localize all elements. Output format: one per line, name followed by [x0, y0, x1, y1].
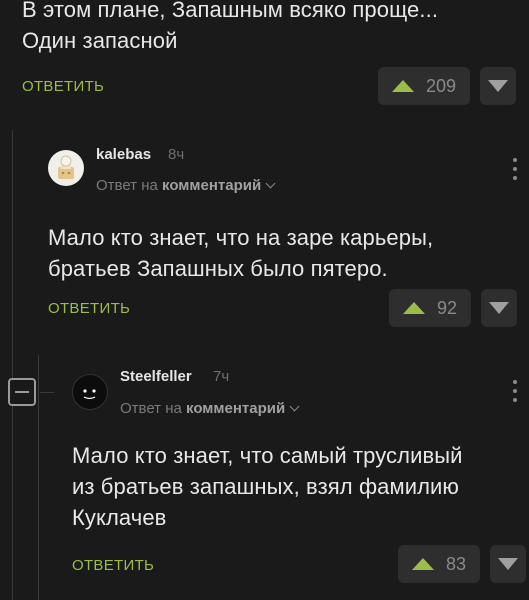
username[interactable]: Steelfeller — [120, 368, 192, 385]
upvote-button[interactable]: 209 — [378, 67, 471, 105]
minus-square-icon — [15, 391, 29, 393]
comment-text-line: Мало кто знает, что на заре карьеры, — [48, 225, 434, 250]
vote-controls: 83 — [398, 545, 527, 583]
comment-text: Мало кто знает, что самый трусливый из б… — [72, 440, 463, 533]
reply-to-link[interactable]: комментарий — [186, 400, 285, 417]
reply-button[interactable]: ОТВЕТИТЬ — [48, 300, 130, 317]
comment-text-line: Куклачев — [72, 505, 167, 530]
triangle-down-icon — [488, 80, 509, 92]
vote-count: 92 — [437, 297, 458, 318]
chevron-down-icon[interactable] — [289, 401, 300, 412]
comment-text-line: из братьев запашных, взял фамилию — [72, 474, 460, 499]
vote-count: 83 — [446, 553, 467, 574]
avatar-image — [58, 155, 74, 179]
comment-text-line: братьев Запашных было пятеро. — [48, 256, 388, 281]
reply-to-info: Ответ на комментарий — [120, 400, 300, 417]
upvote-button[interactable]: 92 — [389, 289, 472, 327]
kebab-menu-icon[interactable] — [513, 158, 517, 180]
username[interactable]: kalebas — [96, 146, 151, 163]
avatar[interactable] — [72, 374, 108, 410]
reply-button[interactable]: ОТВЕТИТЬ — [22, 78, 104, 95]
triangle-up-icon — [412, 558, 434, 570]
vote-count: 209 — [426, 75, 457, 96]
triangle-up-icon — [392, 80, 414, 92]
thread-line-level-2 — [38, 355, 39, 600]
comment-text-line: Мало кто знает, что самый трусливый — [72, 443, 463, 468]
comment-text: Мало кто знает, что на заре карьеры, бра… — [48, 222, 433, 284]
comment-text-line: В этом плане, Запашным всяко проще... — [22, 0, 439, 22]
avatar[interactable] — [48, 150, 84, 186]
thread-line-level-1 — [12, 130, 13, 600]
comment-time: 8ч — [168, 146, 185, 163]
comment-time: 7ч — [213, 368, 230, 385]
chevron-down-icon[interactable] — [265, 178, 276, 189]
kebab-menu-icon[interactable] — [513, 380, 517, 402]
triangle-down-icon — [489, 302, 510, 314]
vote-controls: 92 — [389, 289, 518, 327]
downvote-button[interactable] — [480, 67, 517, 105]
collapse-thread-button[interactable] — [8, 378, 54, 406]
avatar-image — [83, 389, 96, 400]
reply-to-prefix: Ответ на — [96, 177, 158, 194]
reply-to-link[interactable]: комментарий — [162, 177, 261, 194]
reply-button[interactable]: ОТВЕТИТЬ — [72, 557, 154, 574]
downvote-button[interactable] — [481, 289, 518, 327]
reply-to-prefix: Ответ на — [120, 400, 182, 417]
triangle-up-icon — [403, 302, 425, 314]
downvote-button[interactable] — [490, 545, 527, 583]
upvote-button[interactable]: 83 — [398, 545, 481, 583]
triangle-down-icon — [498, 558, 519, 570]
comment-text: В этом плане, Запашным всяко проще... Од… — [22, 0, 438, 56]
comment-text-line: Один запасной — [22, 28, 178, 53]
vote-controls: 209 — [378, 67, 517, 105]
reply-to-info: Ответ на комментарий — [96, 177, 276, 194]
